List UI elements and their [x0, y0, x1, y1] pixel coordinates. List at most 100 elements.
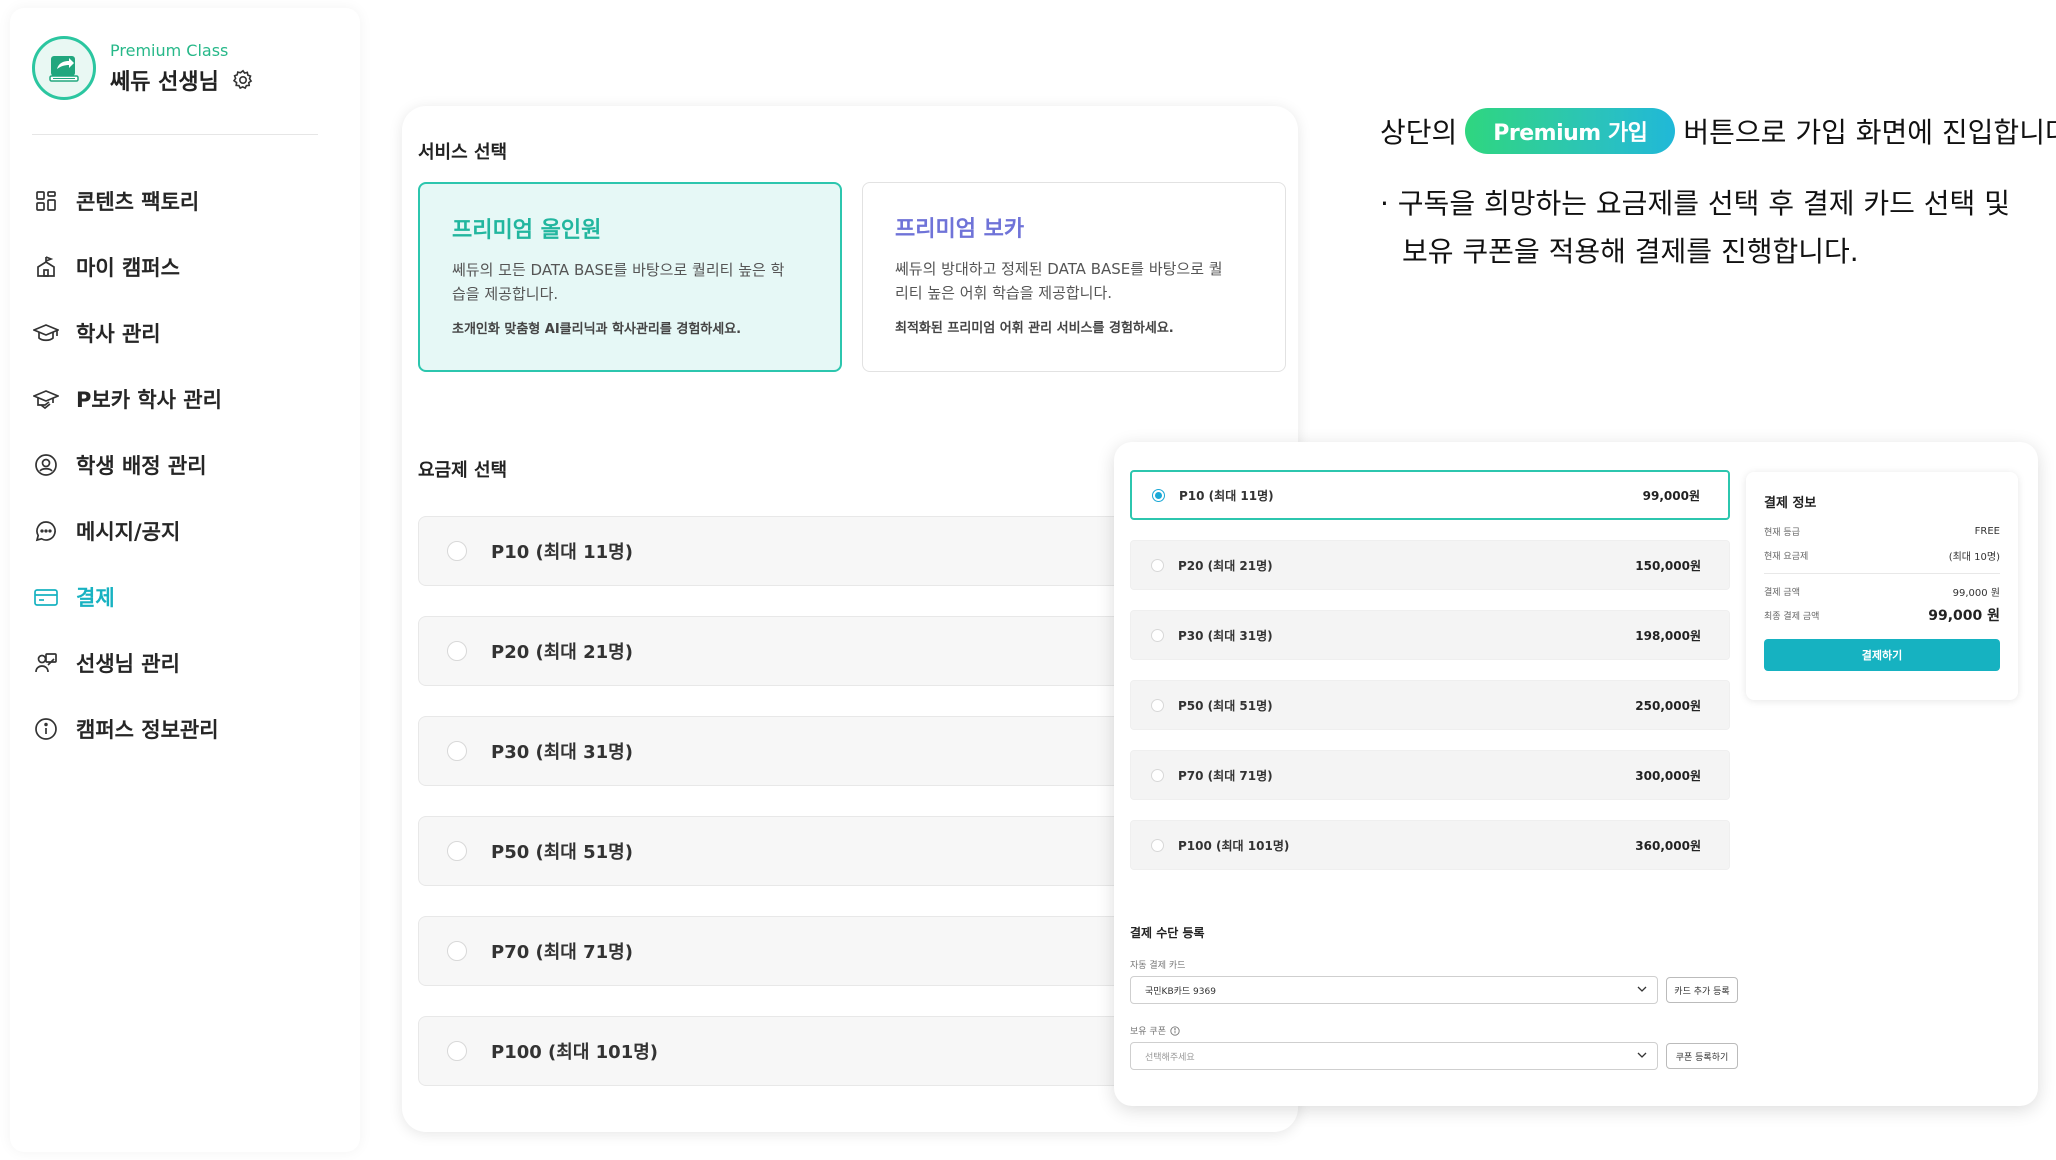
- coupon-select-placeholder: 선택해주세요: [1145, 1052, 1195, 1063]
- overlay-plan-option[interactable]: P100 (최대 101명) 360,000원: [1130, 820, 1730, 870]
- sidebar-item-label: 마이 캠퍼스: [76, 256, 180, 280]
- plan-label: P70 (최대 71명): [1178, 768, 1273, 783]
- sidebar-item-label: 학생 배정 관리: [76, 454, 207, 478]
- plan-price: 150,000원: [1635, 558, 1701, 573]
- payment-method-title: 결제 수단 등록: [1130, 926, 1205, 940]
- card-select[interactable]: 국민KB카드 9369: [1130, 976, 1658, 1004]
- sidebar-item-content-factory[interactable]: 콘텐츠 팩토리: [32, 168, 332, 234]
- plan-label: P50 (최대 51명): [491, 842, 633, 863]
- sidebar-divider: [32, 134, 318, 135]
- card-field-label: 자동 결제 카드: [1130, 961, 1186, 971]
- message-icon: [32, 517, 60, 545]
- overlay-plan-option[interactable]: P20 (최대 21명) 150,000원: [1130, 540, 1730, 590]
- final-amount-value: 99,000 원: [1928, 608, 2000, 624]
- service-note: 초개인화 맞춤형 AI클리닉과 학사관리를 경험하세요.: [452, 322, 742, 337]
- plan-radio[interactable]: [447, 941, 467, 961]
- sidebar-item-teacher[interactable]: 선생님 관리: [32, 630, 332, 696]
- gear-icon[interactable]: [231, 68, 255, 92]
- overlay-plan-option[interactable]: P50 (최대 51명) 250,000원: [1130, 680, 1730, 730]
- plan-label: P100 (최대 101명): [1178, 838, 1290, 853]
- sidebar-item-label: 메시지/공지: [76, 520, 181, 544]
- plan-radio[interactable]: [1151, 628, 1164, 642]
- sidebar-item-label: P보카 학사 관리: [76, 388, 222, 412]
- annotation-prefix: 상단의: [1380, 116, 1458, 149]
- plan-label: P100 (최대 101명): [491, 1042, 659, 1063]
- plan-label: P20 (최대 21명): [1178, 558, 1273, 573]
- premium-join-pill: Premium 가입: [1465, 108, 1676, 154]
- plan-price: 300,000원: [1635, 768, 1701, 783]
- final-amount-row: 최종 결제 금액 99,000 원: [1764, 605, 2000, 625]
- amount-label: 결제 금액: [1764, 588, 1800, 598]
- overlay-plan-option[interactable]: P10 (최대 11명) 99,000원: [1130, 470, 1730, 520]
- payment-divider: [1764, 573, 2000, 574]
- service-card-allinone[interactable]: 프리미엄 올인원 쎄듀의 모든 DATA BASE를 바탕으로 퀄리티 높은 학…: [418, 182, 842, 372]
- plan-radio[interactable]: [447, 841, 467, 861]
- sidebar-item-student-assign[interactable]: 학생 배정 관리: [32, 432, 332, 498]
- plan-price: 360,000원: [1635, 838, 1701, 853]
- annotation-suffix: 버튼으로 가입 화면에 진입합니다.: [1683, 116, 2056, 149]
- plan-section-title: 요금제 선택: [418, 460, 508, 481]
- plan-label: P20 (최대 21명): [491, 642, 633, 663]
- payment-overlay-panel: P10 (최대 11명) 99,000원 P20 (최대 21명) 150,00…: [1114, 442, 2038, 1106]
- annotation-line-3: 보유 쿠폰을 적용해 결제를 진행합니다.: [1402, 235, 1859, 268]
- plan-radio[interactable]: [447, 1041, 467, 1061]
- current-plan-value: (최대 10명): [1948, 552, 2000, 563]
- plan-radio-selected[interactable]: [1152, 488, 1165, 502]
- profile-class: Premium Class: [110, 40, 229, 60]
- plan-radio[interactable]: [1151, 558, 1164, 572]
- annotation-line-2: · 구독을 희망하는 요금제를 선택 후 결제 카드 선택 및: [1380, 187, 2010, 220]
- sidebar-item-label: 콘텐츠 팩토리: [76, 190, 200, 214]
- avatar[interactable]: [32, 36, 96, 100]
- plan-radio[interactable]: [1151, 838, 1164, 852]
- help-icon[interactable]: [1170, 1025, 1180, 1036]
- sidebar-item-academic[interactable]: 학사 관리: [32, 300, 332, 366]
- service-card-voca[interactable]: 프리미엄 보카 쎄듀의 방대하고 정제된 DATA BASE를 바탕으로 퀄리티…: [862, 182, 1286, 372]
- payment-info-title: 결제 정보: [1764, 496, 1817, 511]
- current-grade-value: FREE: [1974, 526, 2000, 537]
- sidebar-item-label: 캠퍼스 정보관리: [76, 718, 219, 742]
- credit-card-icon: [32, 583, 60, 611]
- plan-radio[interactable]: [447, 641, 467, 661]
- plan-label: P30 (최대 31명): [1178, 628, 1273, 643]
- sidebar-menu: 콘텐츠 팩토리 마이 캠퍼스 학사 관리 P보카 학사 관리 학생 배정 관리 …: [32, 168, 332, 762]
- coupon-field-label: 보유 쿠폰: [1130, 1024, 1180, 1037]
- chevron-down-icon: [1637, 985, 1647, 995]
- plan-label: P50 (최대 51명): [1178, 698, 1273, 713]
- sidebar-item-label: 결제: [76, 586, 115, 610]
- sidebar-item-my-campus[interactable]: 마이 캠퍼스: [32, 234, 332, 300]
- plan-radio[interactable]: [1151, 768, 1164, 782]
- info-icon: [32, 715, 60, 743]
- campus-icon: [32, 253, 60, 281]
- coupon-select[interactable]: 선택해주세요: [1130, 1042, 1658, 1070]
- sidebar-item-label: 선생님 관리: [76, 652, 180, 676]
- service-desc: 쎄듀의 방대하고 정제된 DATA BASE를 바탕으로 퀄리티 높은 어휘 학…: [895, 260, 1223, 302]
- sidebar-item-message[interactable]: 메시지/공지: [32, 498, 332, 564]
- sidebar: Premium Class 쎄듀 선생님 콘텐츠 팩토리 마이 캠퍼스 학사 관…: [10, 8, 360, 1152]
- sidebar-item-campus-info[interactable]: 캠퍼스 정보관리: [32, 696, 332, 762]
- annotation-line-1: 상단의 Premium 가입 버튼으로 가입 화면에 진입합니다.: [1380, 108, 2056, 154]
- current-plan-row: 현재 요금제 (최대 10명): [1764, 548, 2000, 563]
- add-card-button[interactable]: 카드 추가 등록: [1666, 977, 1738, 1003]
- payment-info-box: 결제 정보 현재 등급 FREE 현재 요금제 (최대 10명) 결제 금액 9…: [1746, 472, 2018, 700]
- sidebar-item-label: 학사 관리: [76, 322, 161, 346]
- service-title: 프리미엄 보카: [895, 217, 1025, 242]
- pay-button[interactable]: 결제하기: [1764, 639, 2000, 671]
- chevron-down-icon: [1637, 1051, 1647, 1061]
- register-coupon-button[interactable]: 쿠폰 등록하기: [1666, 1043, 1738, 1069]
- service-desc: 쎄듀의 모든 DATA BASE를 바탕으로 퀄리티 높은 학습을 제공합니다.: [452, 261, 785, 303]
- overlay-plan-option[interactable]: P70 (최대 71명) 300,000원: [1130, 750, 1730, 800]
- graduation-cap-book-icon: [32, 385, 60, 413]
- graduation-cap-icon: [32, 319, 60, 347]
- plan-radio[interactable]: [447, 741, 467, 761]
- plan-radio[interactable]: [1151, 698, 1164, 712]
- plan-price: 99,000원: [1642, 488, 1700, 503]
- plan-radio[interactable]: [447, 541, 467, 561]
- overlay-plan-option[interactable]: P30 (최대 31명) 198,000원: [1130, 610, 1730, 660]
- coupon-label-text: 보유 쿠폰: [1130, 1027, 1166, 1037]
- profile: Premium Class 쎄듀 선생님: [32, 36, 255, 100]
- plan-label: P10 (최대 11명): [491, 542, 633, 563]
- plan-price: 250,000원: [1635, 698, 1701, 713]
- annotation-body: · 구독을 희망하는 요금제를 선택 후 결제 카드 선택 및 보유 쿠폰을 적…: [1380, 180, 2010, 276]
- sidebar-item-payment[interactable]: 결제: [32, 564, 332, 630]
- sidebar-item-pvoca-academic[interactable]: P보카 학사 관리: [32, 366, 332, 432]
